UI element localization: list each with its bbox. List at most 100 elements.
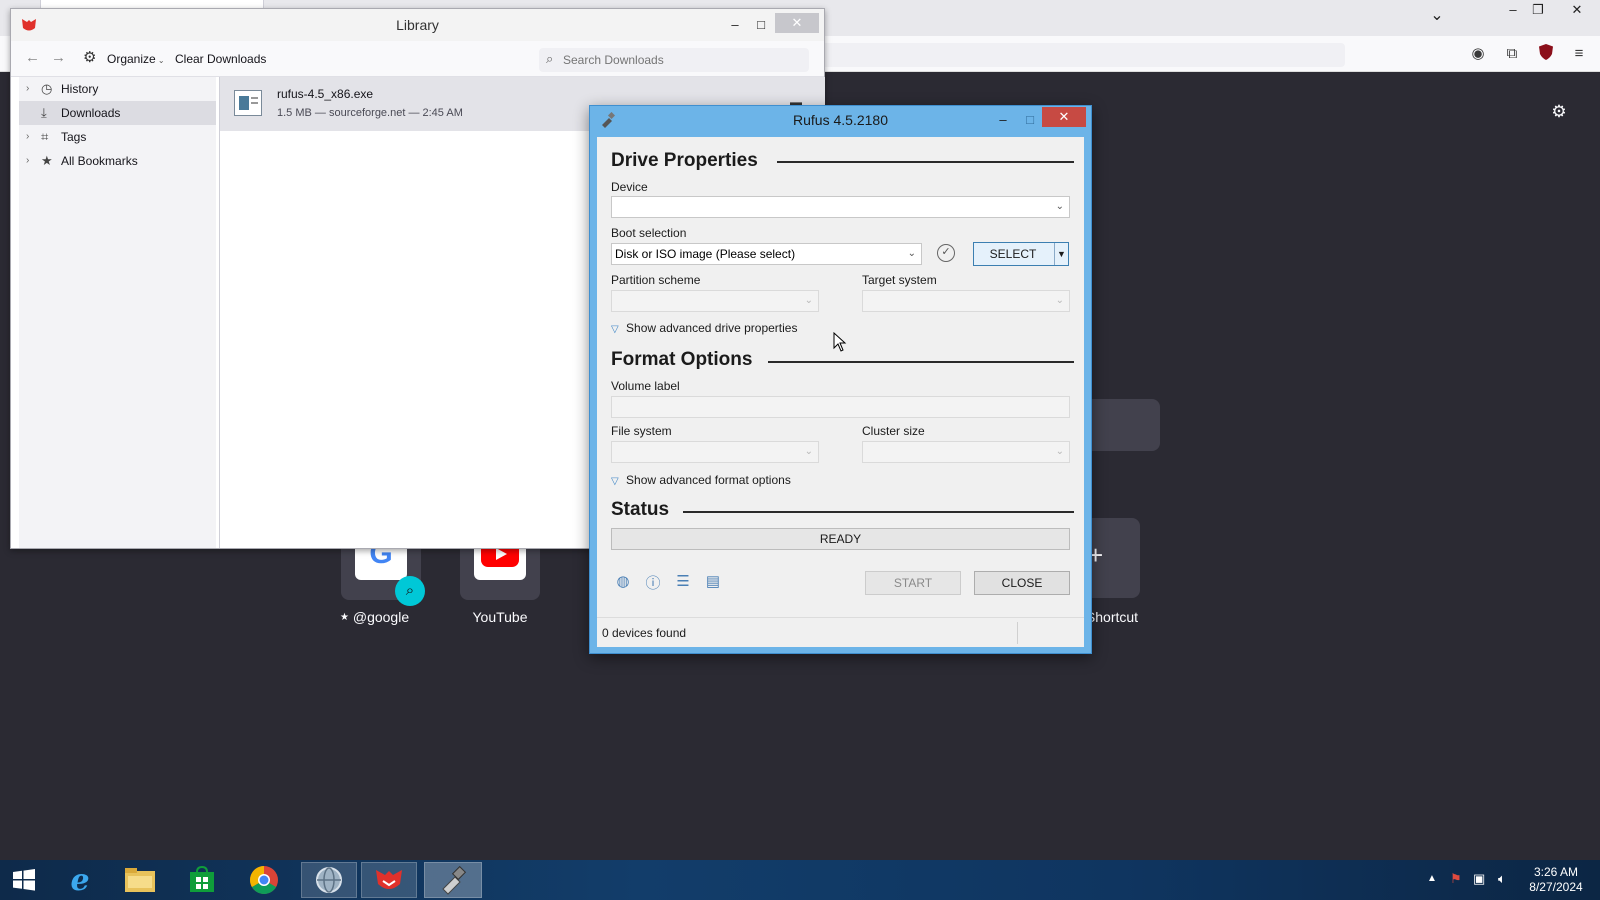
- usb-drive-icon: [442, 865, 467, 895]
- browser-url-bar[interactable]: [820, 43, 1345, 67]
- clock-time: 3:26 AM: [1533, 865, 1579, 879]
- folder-icon: [125, 868, 155, 892]
- rufus-body: Drive Properties Device ⌄ Boot selection…: [597, 137, 1084, 647]
- file-explorer-taskbar-button[interactable]: [112, 862, 168, 898]
- volume-muted-icon[interactable]: 🔈︎: [1498, 871, 1506, 887]
- download-details: 1.5 MB — sourceforge.net — 2:45 AM: [277, 107, 463, 119]
- settings-sliders-icon[interactable]: ☰: [673, 572, 693, 590]
- browser-restore-button[interactable]: ❐: [1527, 0, 1549, 20]
- expand-chevron-icon: ›: [26, 131, 30, 142]
- taskbar-clock[interactable]: 3:26 AM 8/27/2024: [1516, 865, 1596, 895]
- language-globe-icon[interactable]: ◍: [613, 572, 633, 590]
- browser-taskbar-button[interactable]: [361, 862, 417, 898]
- organize-button[interactable]: Organize ⌄: [107, 52, 165, 66]
- target-system-dropdown: ⌄: [862, 290, 1070, 312]
- rufus-taskbar-button[interactable]: [424, 862, 482, 898]
- star-icon: ★: [41, 153, 53, 168]
- browser-fox-icon: [376, 870, 402, 889]
- chevron-down-icon: ⌄: [804, 446, 813, 457]
- tray-expand-icon[interactable]: ▲: [1427, 873, 1437, 884]
- tab-list-chevron-icon[interactable]: ⌄: [1426, 6, 1448, 26]
- select-dropdown-icon[interactable]: ▼: [1054, 243, 1068, 265]
- sidebar-label: Tags: [61, 130, 87, 144]
- start-button: START: [865, 571, 961, 595]
- settings-gear-icon[interactable]: ⚙: [1549, 102, 1569, 122]
- internet-explorer-taskbar-button[interactable]: e: [52, 862, 108, 898]
- rufus-minimize-button[interactable]: –: [992, 110, 1014, 130]
- chevron-down-icon: ⌄: [804, 295, 813, 306]
- section-divider: [777, 161, 1074, 163]
- browser-minimize-button[interactable]: –: [1502, 0, 1524, 20]
- cluster-size-dropdown: ⌄: [862, 441, 1070, 463]
- network-icon[interactable]: ▣: [1473, 871, 1485, 887]
- show-advanced-format-toggle[interactable]: ▽ Show advanced format options: [611, 473, 791, 487]
- section-divider: [683, 511, 1074, 513]
- back-arrow-icon[interactable]: ←: [25, 49, 40, 66]
- search-icon: ⌕: [546, 51, 554, 66]
- chrome-taskbar-button[interactable]: [236, 862, 292, 898]
- store-taskbar-button[interactable]: [174, 862, 230, 898]
- sidebar-label: History: [61, 82, 99, 96]
- app-taskbar-button[interactable]: [301, 862, 357, 898]
- drive-properties-heading: Drive Properties: [611, 150, 758, 171]
- app-menu-icon[interactable]: ≡: [1568, 43, 1590, 65]
- search-downloads-input[interactable]: [563, 49, 803, 71]
- about-info-icon[interactable]: ⓘ: [643, 572, 663, 593]
- library-close-button[interactable]: ✕: [775, 13, 819, 33]
- library-title: Library: [396, 17, 439, 33]
- close-button[interactable]: CLOSE: [974, 571, 1070, 595]
- sidebar-item-downloads[interactable]: ⤓ Downloads: [19, 101, 216, 125]
- chevron-down-icon: ⌄: [907, 248, 916, 259]
- section-divider: [768, 361, 1074, 363]
- account-icon[interactable]: ◉: [1467, 43, 1489, 65]
- device-label: Device: [611, 180, 648, 194]
- expand-triangle-icon: ▽: [611, 324, 619, 335]
- chevron-down-icon: ⌄: [1055, 295, 1064, 306]
- library-search-box[interactable]: ⌕: [539, 48, 809, 72]
- action-center-flag-icon[interactable]: ⚑: [1450, 871, 1462, 887]
- clock-date: 8/27/2024: [1529, 880, 1583, 894]
- start-menu-button[interactable]: [0, 862, 48, 898]
- browser-close-button[interactable]: ✕: [1566, 0, 1588, 20]
- pin-icon: ★: [340, 612, 349, 623]
- format-options-heading: Format Options: [611, 349, 753, 370]
- clear-downloads-button[interactable]: Clear Downloads: [175, 52, 266, 66]
- select-button[interactable]: SELECT ▼: [973, 242, 1069, 266]
- partition-scheme-dropdown: ⌄: [611, 290, 819, 312]
- library-minimize-button[interactable]: –: [724, 15, 746, 35]
- advanced-format-label: Show advanced format options: [626, 473, 791, 487]
- chevron-down-icon: ⌄: [1055, 446, 1064, 457]
- boot-selection-label: Boot selection: [611, 226, 687, 240]
- organize-gear-icon[interactable]: ⚙: [83, 48, 96, 66]
- mouse-cursor-icon: [833, 331, 847, 355]
- sidebar-item-history[interactable]: › ◷ History: [19, 77, 216, 101]
- devices-found-text: 0 devices found: [602, 626, 687, 640]
- ublock-icon[interactable]: [1535, 43, 1557, 68]
- device-dropdown[interactable]: ⌄: [611, 196, 1070, 218]
- rufus-close-button[interactable]: ✕: [1042, 107, 1086, 127]
- boot-selection-dropdown[interactable]: Disk or ISO image (Please select) ⌄: [611, 243, 922, 265]
- search-badge-icon: ⌕: [395, 576, 425, 606]
- internet-explorer-icon: e: [70, 862, 90, 898]
- expand-chevron-icon: ›: [26, 83, 30, 94]
- extensions-icon[interactable]: ⧉: [1501, 43, 1523, 65]
- log-icon[interactable]: ▤: [703, 572, 723, 590]
- download-icon: ⤓: [41, 105, 47, 120]
- cluster-size-label: Cluster size: [862, 424, 925, 438]
- sidebar-item-tags[interactable]: › ⌗ Tags: [19, 125, 216, 149]
- check-hash-icon[interactable]: ✓: [937, 244, 955, 262]
- select-button-label: SELECT: [989, 247, 1037, 261]
- globe-app-icon: [316, 867, 342, 893]
- download-filename: rufus-4.5_x86.exe: [277, 87, 374, 101]
- show-advanced-drive-toggle[interactable]: ▽ Show advanced drive properties: [611, 321, 797, 335]
- rufus-maximize-button: □: [1026, 112, 1034, 127]
- forward-arrow-icon[interactable]: →: [51, 49, 66, 66]
- library-maximize-button[interactable]: □: [750, 15, 772, 35]
- store-bag-icon: [190, 866, 214, 892]
- sidebar-item-all-bookmarks[interactable]: › ★ All Bookmarks: [19, 149, 216, 173]
- organize-dropdown-icon: ⌄: [155, 56, 165, 65]
- volume-label-input[interactable]: [611, 396, 1070, 418]
- tag-icon: ⌗: [41, 129, 49, 144]
- expand-chevron-icon: ›: [26, 155, 30, 166]
- exe-file-icon: [234, 90, 262, 116]
